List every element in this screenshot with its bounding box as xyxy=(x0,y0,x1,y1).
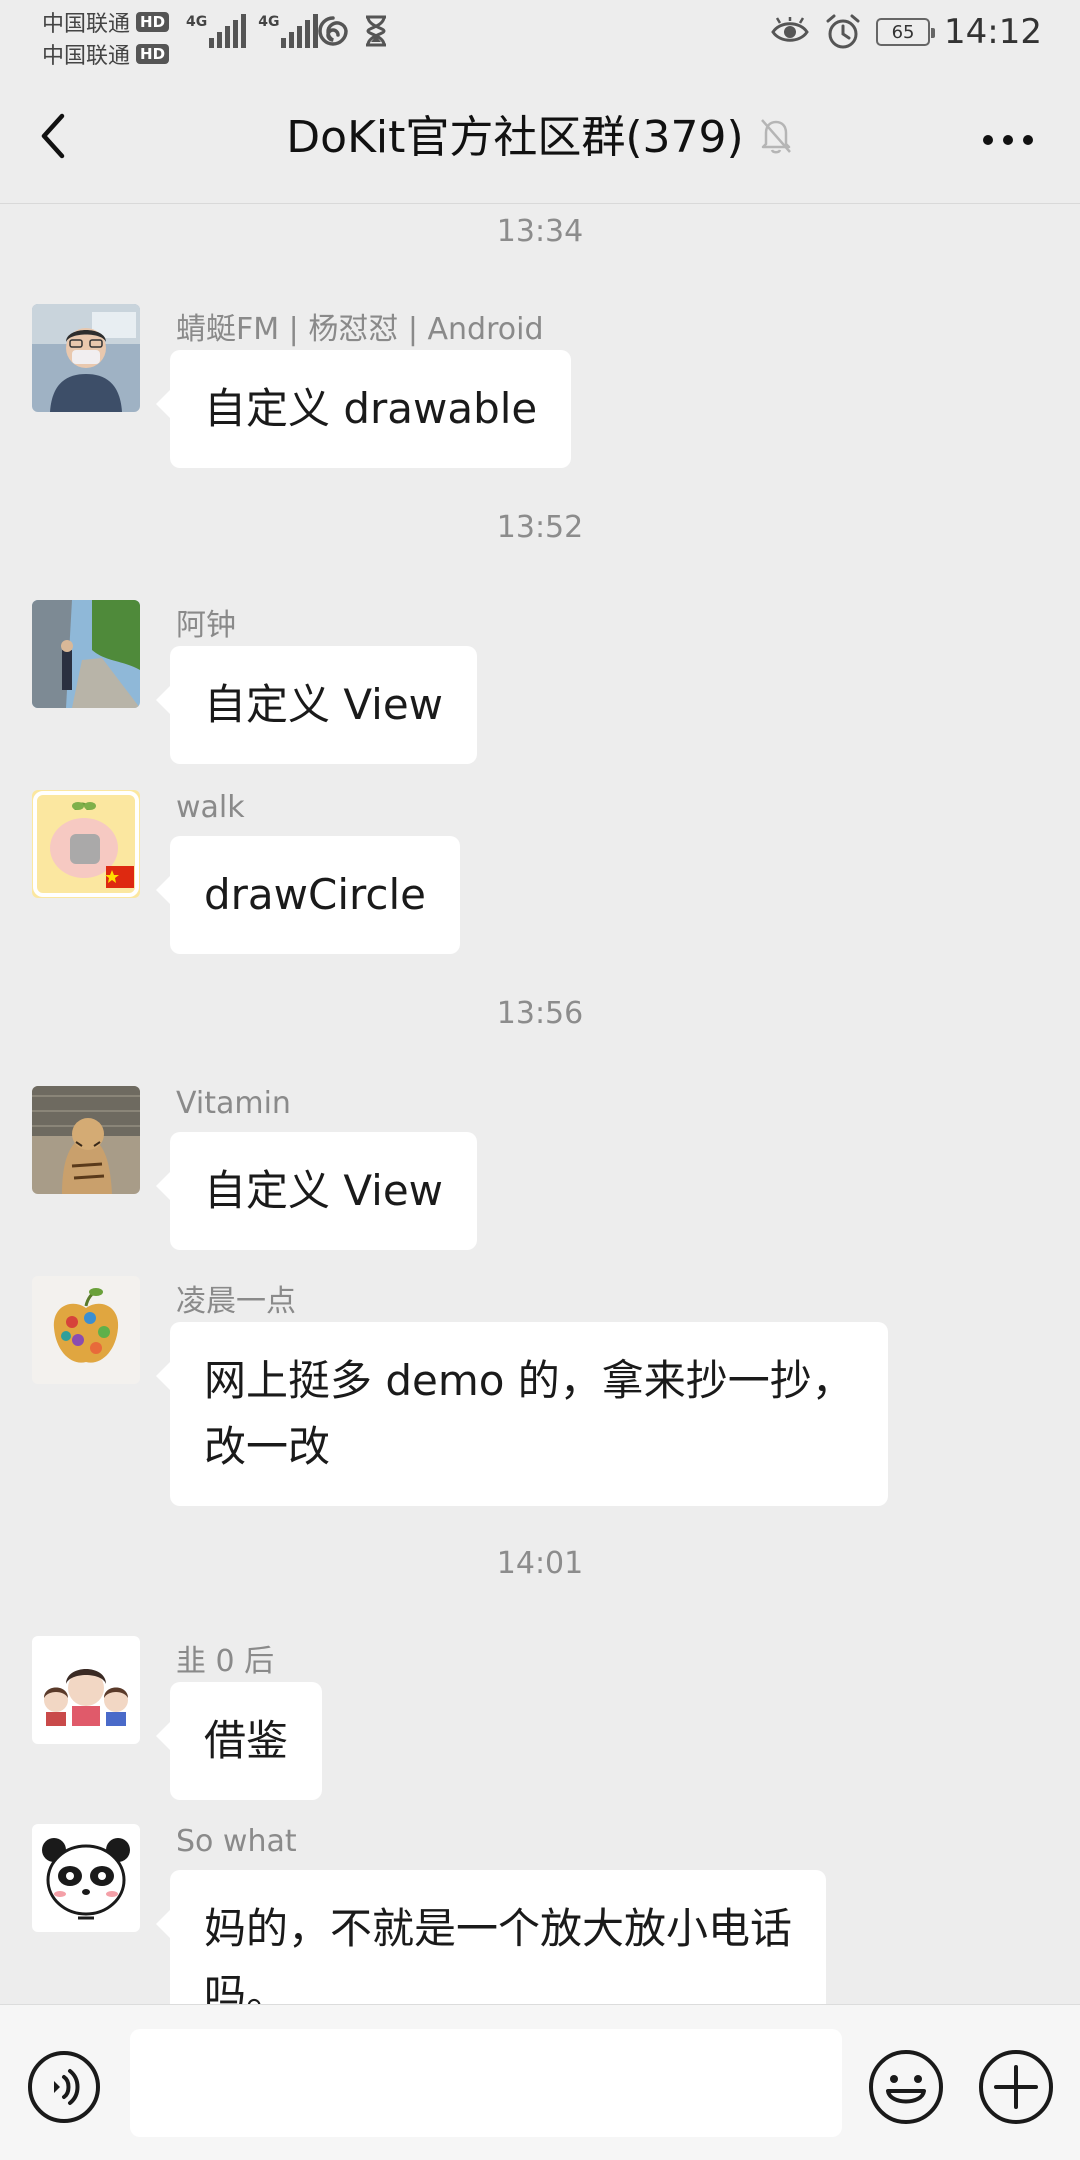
nav-bar: DoKit官方社区群(379) xyxy=(0,72,1080,204)
voice-icon[interactable] xyxy=(26,2049,102,2125)
message-bubble[interactable]: 网上挺多 demo 的，拿来抄一抄， 改一改 xyxy=(156,1322,888,1506)
message-text: drawCircle xyxy=(204,870,426,919)
signal-bars-icon xyxy=(281,14,319,48)
hourglass-icon xyxy=(366,15,386,47)
status-bar: 中国联通 HD 中国联通 HD 4G 4G 65 14:12 xyxy=(0,0,1080,72)
message-text: 自定义 View xyxy=(204,680,444,729)
avatar[interactable] xyxy=(32,790,140,898)
carrier-block: 中国联通 HD 中国联通 HD xyxy=(42,6,170,70)
carrier-label-2: 中国联通 xyxy=(42,44,131,69)
sender-name: 凌晨一点 xyxy=(176,1284,296,1319)
sender-name: walk xyxy=(176,790,245,825)
hd-badge: HD xyxy=(136,44,170,64)
message-bubble[interactable]: drawCircle xyxy=(156,836,460,954)
spiral-app-icon xyxy=(318,16,348,46)
signal-bars-icon xyxy=(209,14,247,48)
message-text-line: 网上挺多 demo 的，拿来抄一抄， xyxy=(204,1356,854,1405)
time-separator: 13:56 xyxy=(496,996,584,1031)
message-text: 自定义 drawable xyxy=(204,384,538,433)
bell-off-icon xyxy=(760,119,791,154)
status-time: 14:12 xyxy=(944,12,1042,52)
avatar[interactable] xyxy=(32,1086,140,1194)
message-bubble[interactable]: 自定义 View xyxy=(155,646,478,764)
avatar[interactable] xyxy=(32,1824,140,1932)
chat-title-container: DoKit官方社区群(379) xyxy=(0,110,1080,166)
status-right: 65 14:12 xyxy=(770,12,1042,52)
alarm-icon xyxy=(826,14,860,49)
message-text-line: 吗。 xyxy=(204,1970,289,2004)
avatar[interactable] xyxy=(32,1276,140,1384)
time-separator: 13:52 xyxy=(496,510,584,545)
avatar[interactable] xyxy=(32,304,140,412)
signal-group: 4G 4G xyxy=(186,14,319,48)
network-label-2: 4G xyxy=(258,14,280,30)
avatar[interactable] xyxy=(32,600,140,708)
more-options-button[interactable] xyxy=(980,128,1036,152)
message-list[interactable]: 13:34 蜻蜓FM | 杨怼怼 | Android 自定义 drawable … xyxy=(0,204,1080,2004)
message-bubble[interactable]: 自定义 View xyxy=(155,1132,478,1250)
time-separator: 13:34 xyxy=(496,214,584,249)
message-text-line: 改一改 xyxy=(204,1422,331,1471)
sender-name: 蜻蜓FM | 杨怼怼 | Android xyxy=(176,312,544,347)
eye-icon xyxy=(771,17,809,42)
sender-name: 阿钟 xyxy=(176,608,236,643)
sender-name: 韭 0 后 xyxy=(176,1644,275,1679)
battery-icon: 65 xyxy=(876,18,936,46)
message-text: 借鉴 xyxy=(204,1716,289,1765)
avatar[interactable] xyxy=(32,1636,140,1744)
input-bar xyxy=(0,2004,1080,2160)
sender-name: So what xyxy=(176,1824,297,1859)
signal-1: 4G xyxy=(186,14,247,48)
plus-circle-icon[interactable] xyxy=(976,2047,1056,2127)
carrier-label-1: 中国联通 xyxy=(42,12,131,37)
emoji-icon[interactable] xyxy=(866,2047,946,2127)
sender-name: Vitamin xyxy=(176,1086,291,1121)
message-bubble[interactable]: 借鉴 xyxy=(155,1682,323,1800)
chat-title: DoKit官方社区群(379) xyxy=(286,112,744,163)
message-input[interactable] xyxy=(130,2029,842,2137)
chat-screen: 中国联通 HD 中国联通 HD 4G 4G 65 14:12 DoKit官方社区… xyxy=(0,0,1080,2160)
message-bubble[interactable]: 自定义 drawable xyxy=(155,350,572,468)
hd-badge: HD xyxy=(136,12,170,32)
message-bubble[interactable]: 妈的，不就是一个放大放小电话 吗。 xyxy=(155,1870,827,2004)
battery-level: 65 xyxy=(891,21,915,43)
message-text-line: 妈的，不就是一个放大放小电话 xyxy=(204,1904,793,1953)
signal-2: 4G xyxy=(258,14,319,48)
message-text: 自定义 View xyxy=(204,1166,444,1215)
time-separator: 14:01 xyxy=(496,1546,584,1581)
network-label-1: 4G xyxy=(186,14,208,30)
